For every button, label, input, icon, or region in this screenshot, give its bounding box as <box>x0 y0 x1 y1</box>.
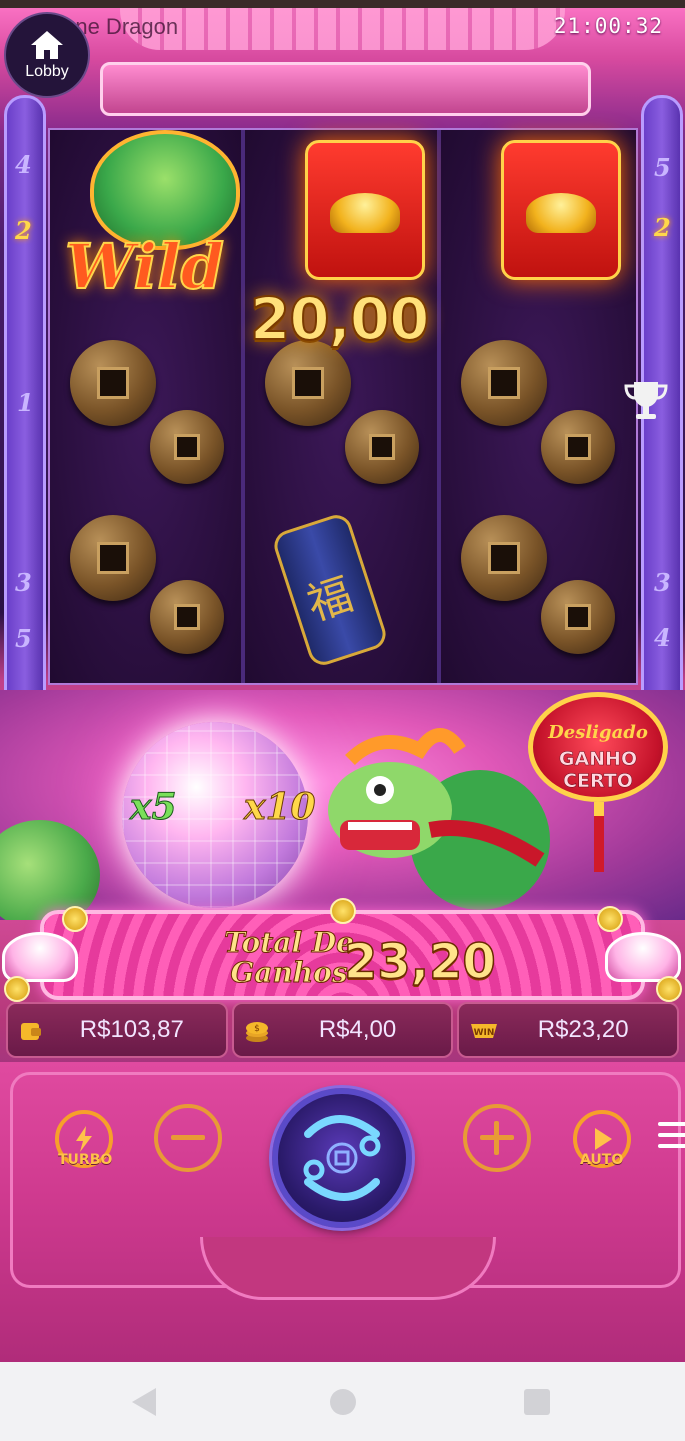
firecracker-icon: 福 <box>270 511 391 669</box>
red-envelope-symbol <box>441 130 636 315</box>
tassel-icon <box>594 802 604 872</box>
coin-stack-icon: $ <box>245 1022 268 1042</box>
gold-coin-icon <box>62 906 88 932</box>
payline-number: 3 <box>654 568 671 597</box>
dragon-tail-icon <box>0 820 100 920</box>
lobby-button[interactable]: Lobby <box>4 12 90 98</box>
payline-number: 5 <box>654 153 671 182</box>
plus-icon <box>480 1121 514 1155</box>
spin-icon <box>303 1115 381 1201</box>
payline-number: 4 <box>654 623 671 652</box>
increase-bet-button[interactable] <box>463 1104 531 1172</box>
multiplier-x10: x10 <box>244 786 317 829</box>
red-envelope-icon <box>500 140 621 280</box>
dragon-icon <box>328 728 550 910</box>
coins-symbol <box>441 500 636 685</box>
win-icon: WIN <box>471 1024 498 1038</box>
turbo-label: TURBO <box>58 1152 113 1168</box>
ganho-certo-toggle[interactable]: Desligado GANHO CERTO <box>528 692 668 872</box>
gold-coin-icon <box>656 976 682 1002</box>
android-nav-bar <box>0 1362 685 1441</box>
silver-ingot-icon <box>2 932 78 982</box>
wild-symbol: Wild <box>50 130 241 315</box>
total-winnings-value: 23,20 <box>343 933 496 991</box>
coin-icon <box>540 580 615 654</box>
coins-symbol <box>50 500 241 685</box>
payline-number: 4 <box>15 150 32 179</box>
bet-display: $ R$4,00 <box>231 1002 454 1058</box>
coin-icon <box>70 515 156 601</box>
wild-text: Wild <box>64 229 225 304</box>
svg-text:WIN: WIN <box>474 1028 495 1038</box>
recents-icon[interactable] <box>524 1389 550 1415</box>
auto-label: AUTO <box>580 1152 624 1168</box>
reel-3 <box>440 130 636 685</box>
menu-icon[interactable] <box>658 1122 685 1152</box>
coin-icon <box>460 515 547 601</box>
reel-1: Wild <box>50 130 246 685</box>
win-display: WIN R$23,20 <box>457 1002 680 1058</box>
coin-icon <box>150 580 224 654</box>
left-payline-pillar: 4 2 1 3 5 <box>4 95 46 717</box>
coins-symbol <box>441 320 636 505</box>
silver-ingot-icon <box>605 932 681 982</box>
ganho-certo-label: GANHO CERTO <box>558 748 638 793</box>
coin-icon <box>460 340 547 426</box>
trophy-icon[interactable] <box>622 378 670 422</box>
fortune-character: 福 <box>301 568 360 632</box>
spin-button[interactable] <box>272 1088 412 1228</box>
payline-number: 3 <box>15 568 32 597</box>
decrease-bet-button[interactable] <box>154 1104 222 1172</box>
gold-coin-icon <box>597 906 623 932</box>
gold-coin-icon <box>330 898 356 924</box>
gold-coin-icon <box>4 976 30 1002</box>
ganho-certo-status: Desligado <box>548 722 648 743</box>
payline-number-active: 2 <box>15 216 32 245</box>
svg-text:$: $ <box>254 1024 260 1034</box>
minus-icon <box>171 1135 205 1140</box>
coins-symbol <box>50 320 241 505</box>
line-win-amount: 20,00 <box>249 284 430 354</box>
stats-bar: R$103,87 $ R$4,00 WIN R$23,20 <box>0 1002 685 1060</box>
reels: Wild 福 <box>48 128 638 685</box>
red-envelope-icon <box>305 140 426 280</box>
lobby-label: Lobby <box>25 63 69 80</box>
play-icon <box>595 1128 612 1150</box>
payline-number: 1 <box>17 388 34 417</box>
game-screen: Fortune Dragon 21:00:32 Lobby 4 2 1 3 5 … <box>0 0 685 1362</box>
reel-2: 福 <box>245 130 441 685</box>
coin-icon <box>150 410 224 484</box>
payline-number: 5 <box>15 624 32 653</box>
clock: 21:00:32 <box>553 14 663 38</box>
multiplier-x5: x5 <box>130 786 178 829</box>
coin-icon <box>70 340 156 426</box>
back-icon[interactable] <box>132 1388 156 1416</box>
coin-icon <box>345 410 420 484</box>
wallet-icon <box>21 1023 41 1040</box>
lightning-icon <box>76 1126 92 1152</box>
balance-display: R$103,87 <box>6 1002 228 1058</box>
home-nav-icon[interactable] <box>330 1389 356 1415</box>
home-icon <box>31 31 63 59</box>
top-strip <box>0 0 685 8</box>
payline-number-active: 2 <box>654 213 671 242</box>
coin-icon <box>540 410 615 484</box>
firecracker-symbol: 福 <box>245 500 436 685</box>
